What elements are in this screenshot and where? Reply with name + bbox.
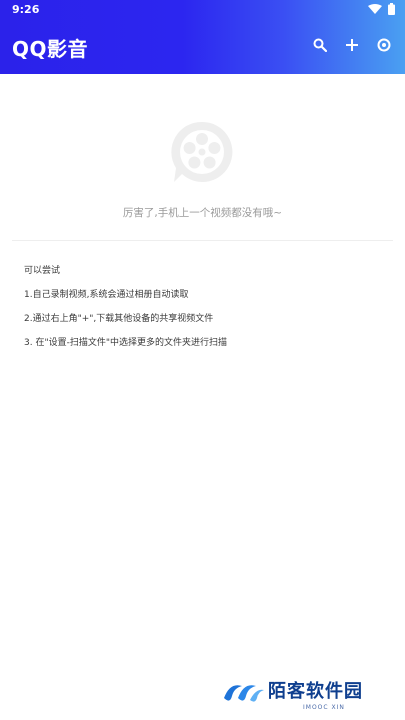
app-screen: 9:26 QQ影音 厉害了,手机上一个视频都没有哦~ 可以尝试 1.自己录制视频… xyxy=(0,0,405,720)
watermark-logo xyxy=(220,678,266,706)
tip-item-2: 2.通过右上角"+",下载其他设备的共享视频文件 xyxy=(24,314,214,324)
add-button[interactable] xyxy=(343,37,361,55)
status-icons xyxy=(368,3,395,18)
wifi-icon xyxy=(368,4,382,17)
app-header: 9:26 QQ影音 xyxy=(0,0,405,74)
empty-state-message: 厉害了,手机上一个视频都没有哦~ xyxy=(122,207,283,219)
tip-item-3: 3. 在"设置-扫描文件"中选择更多的文件夹进行扫描 xyxy=(24,338,227,348)
tips-heading: 可以尝试 xyxy=(24,266,61,276)
divider xyxy=(12,240,393,241)
status-bar: 9:26 xyxy=(0,0,405,18)
app-title: QQ影音 xyxy=(12,37,89,61)
tip-item-1: 1.自己录制视频,系统会通过相册自动读取 xyxy=(24,290,189,300)
video-reel-icon xyxy=(168,118,236,186)
battery-icon xyxy=(388,3,395,18)
header-toolbar xyxy=(311,37,393,55)
watermark: 陌客软件园 IMOOC XIN xyxy=(220,674,400,714)
search-icon xyxy=(313,37,328,56)
watermark-name: 陌客软件园 xyxy=(268,681,363,702)
status-time: 9:26 xyxy=(12,3,40,16)
add-icon xyxy=(345,37,359,56)
settings-button[interactable] xyxy=(375,37,393,55)
search-button[interactable] xyxy=(311,37,329,55)
main-content: 厉害了,手机上一个视频都没有哦~ 可以尝试 1.自己录制视频,系统会通过相册自动… xyxy=(0,74,405,720)
watermark-sub: IMOOC XIN xyxy=(303,704,345,711)
tips-section: 可以尝试 1.自己录制视频,系统会通过相册自动读取 2.通过右上角"+",下载其… xyxy=(24,267,227,363)
settings-icon xyxy=(377,37,391,56)
